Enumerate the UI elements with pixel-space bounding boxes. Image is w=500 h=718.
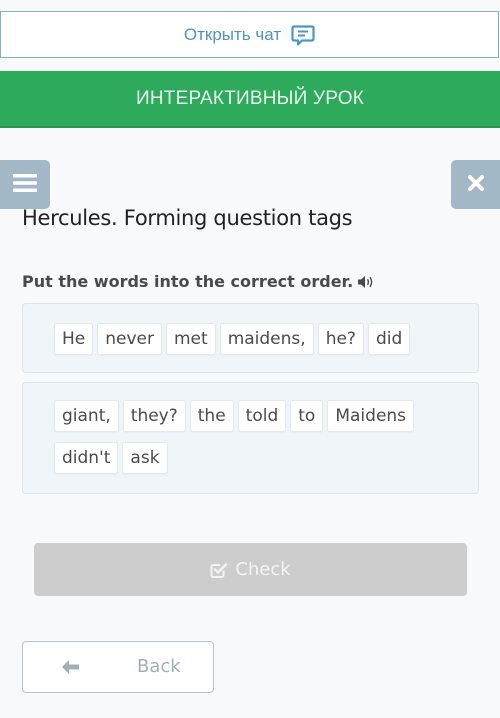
close-button[interactable] [451, 160, 500, 209]
answer-words: He never met maidens, he? did [54, 323, 458, 355]
close-icon [467, 174, 485, 196]
word-chip[interactable]: He [54, 323, 94, 355]
instruction: Put the words into the correct order. [22, 272, 375, 291]
checkbox-icon [210, 561, 228, 579]
word-chip[interactable]: Maidens [327, 400, 415, 432]
word-chip[interactable]: giant, [54, 400, 119, 432]
word-chip[interactable]: they? [122, 400, 186, 432]
instruction-text: Put the words into the correct order. [22, 272, 354, 291]
back-button-label: Back [137, 656, 181, 677]
speaker-icon[interactable] [357, 274, 375, 290]
word-chip[interactable]: maidens, [219, 323, 314, 355]
check-button[interactable]: Check [34, 543, 467, 596]
word-chip[interactable]: ask [122, 442, 168, 474]
open-chat-button[interactable]: Открыть чат [0, 11, 499, 58]
word-chip[interactable]: didn't [54, 442, 119, 474]
word-chip[interactable]: he? [317, 323, 364, 355]
open-chat-label: Открыть чат [183, 24, 282, 44]
word-chip[interactable]: the [189, 400, 234, 432]
word-chip[interactable]: never [97, 323, 162, 355]
word-bank-words: giant, they? the told to Maidens didn't ask [54, 400, 458, 474]
check-button-label: Check [235, 559, 291, 580]
hamburger-menu-icon [13, 173, 37, 197]
lesson-title: Hercules. Forming question tags [22, 206, 353, 230]
arrow-left-icon [61, 659, 81, 675]
back-button[interactable]: Back [22, 641, 214, 693]
menu-button[interactable] [0, 160, 50, 209]
word-chip[interactable]: met [166, 323, 216, 355]
chat-icon [291, 23, 315, 47]
interactive-lesson-banner: ИНТЕРАКТИВНЫЙ УРОК [0, 71, 500, 128]
word-chip[interactable]: told [237, 400, 287, 432]
word-chip[interactable]: did [367, 323, 411, 355]
word-bank[interactable]: giant, they? the told to Maidens didn't ask [22, 382, 479, 494]
word-chip[interactable]: to [290, 400, 324, 432]
answer-drop-zone[interactable]: He never met maidens, he? did [22, 303, 479, 373]
banner-title: ИНТЕРАКТИВНЫЙ УРОК [136, 87, 364, 109]
